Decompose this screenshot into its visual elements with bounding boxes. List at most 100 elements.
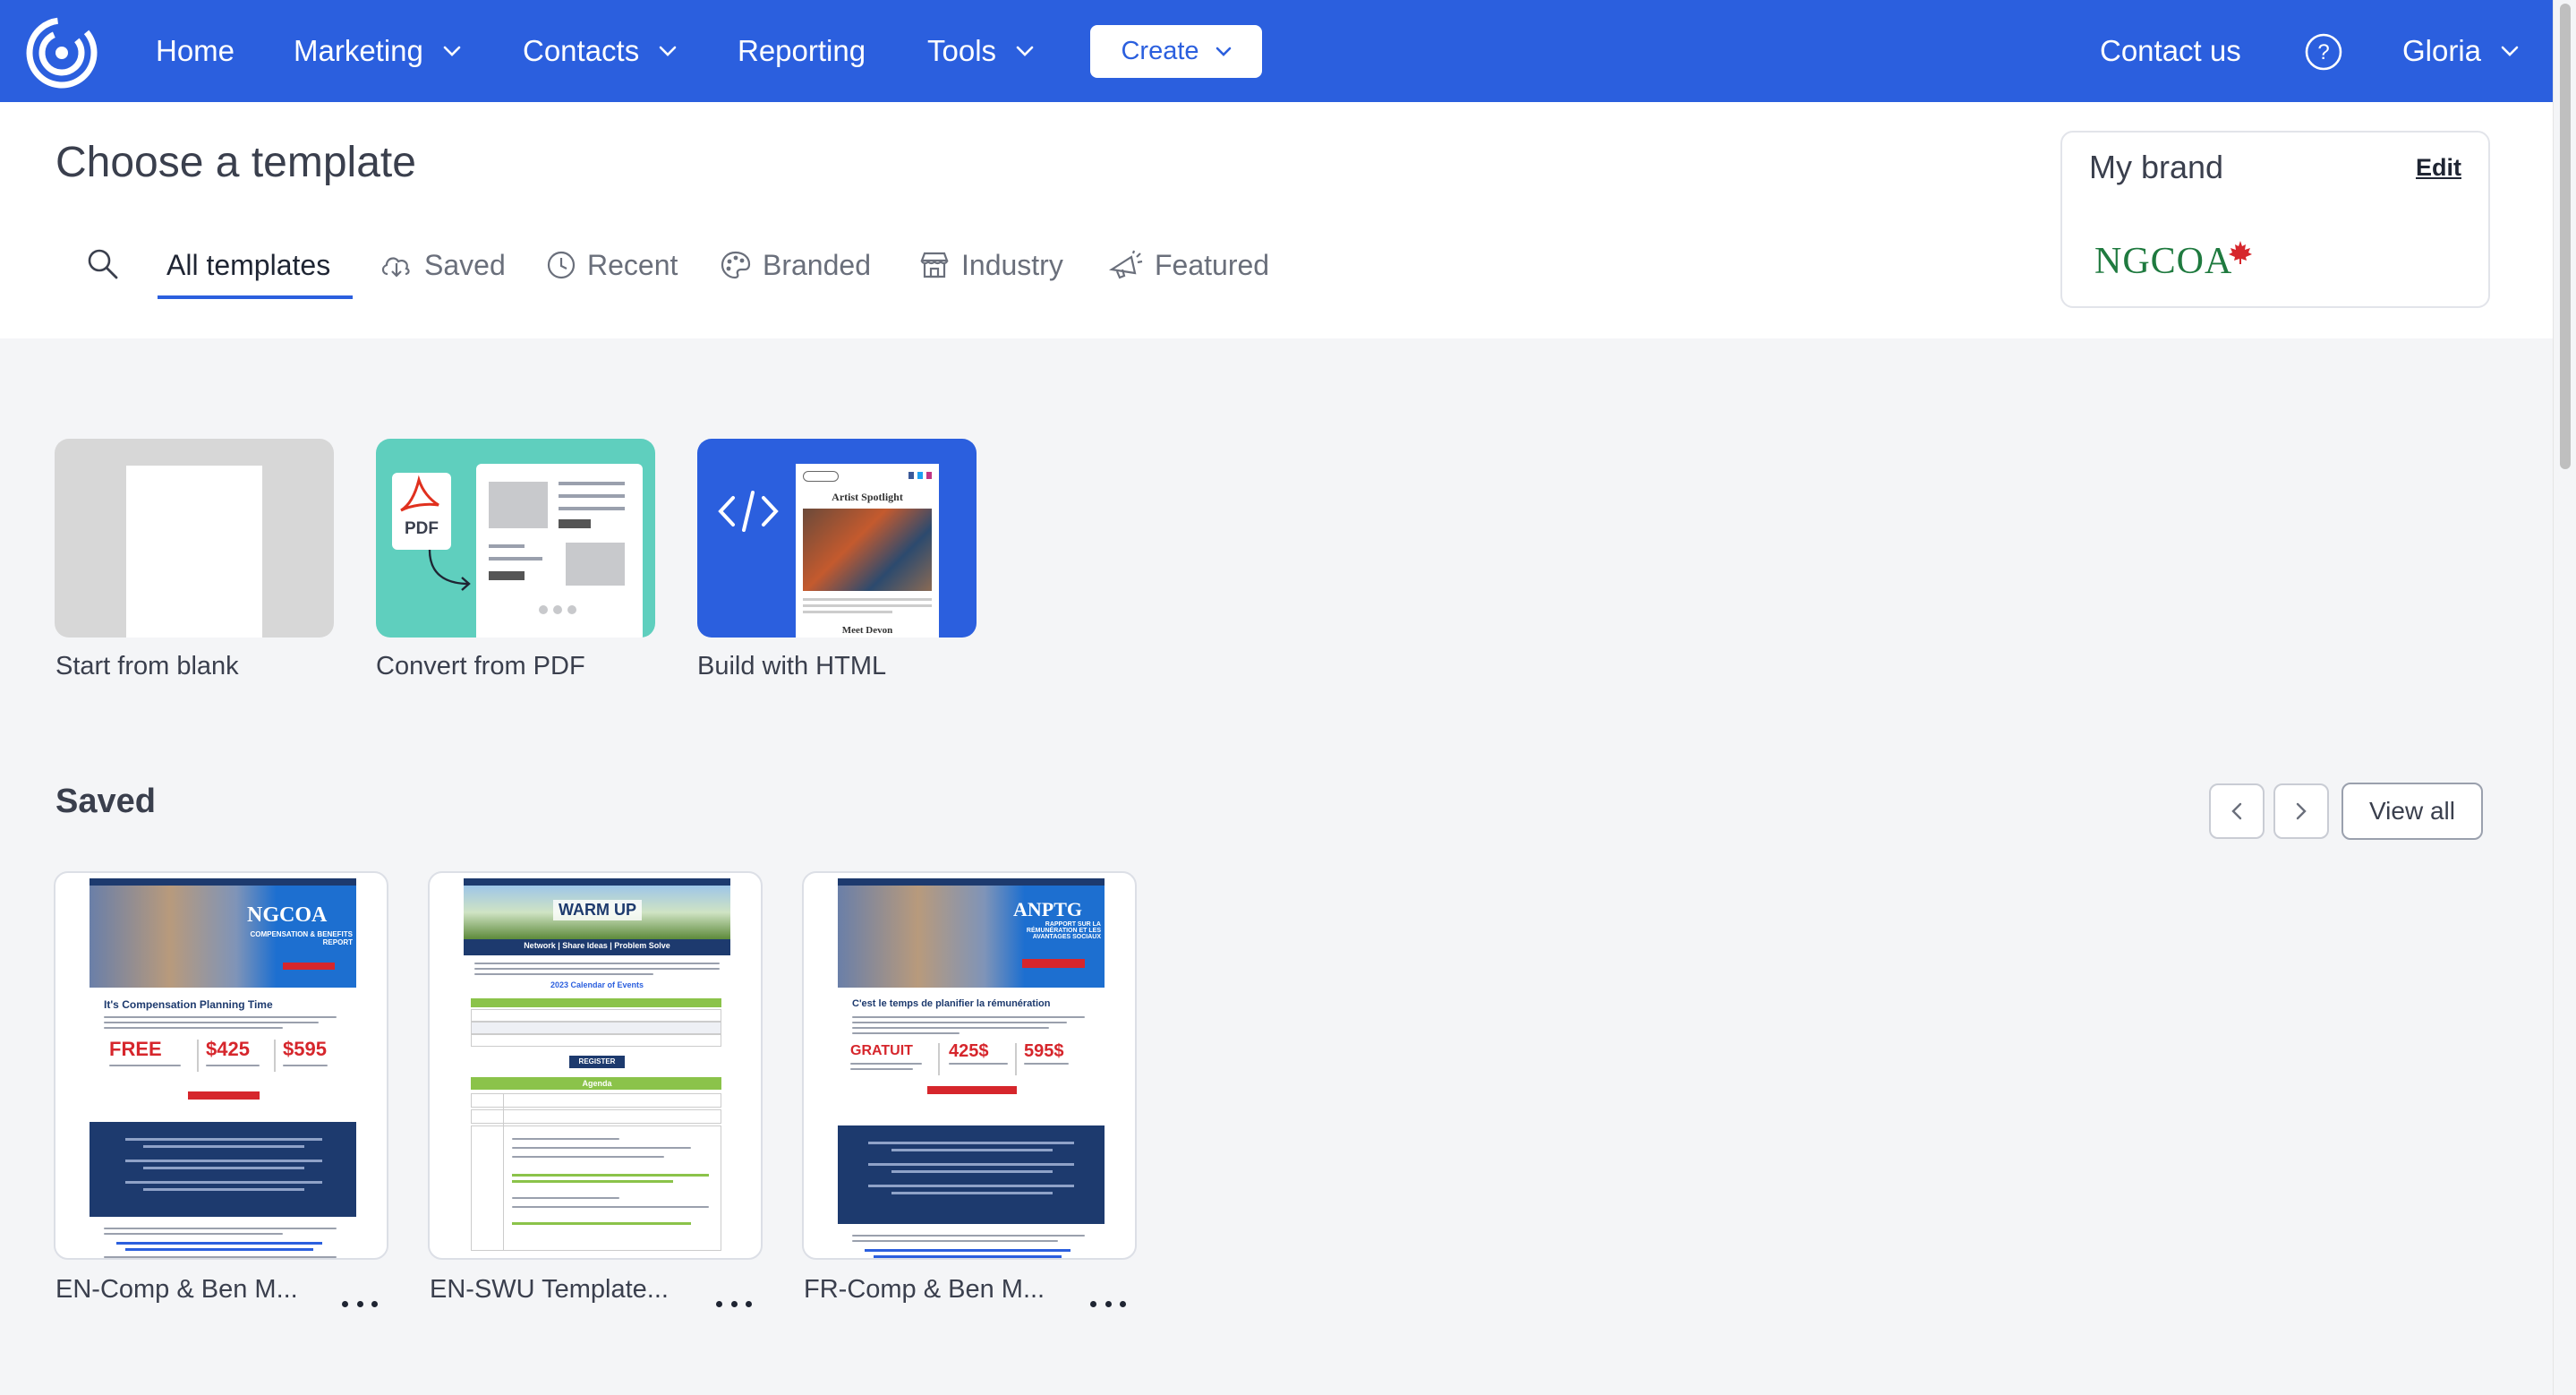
help-icon[interactable]: ? [2304,32,2343,72]
chevron-down-icon [443,46,461,56]
nav-marketing-label: Marketing [294,34,423,67]
more-options-button[interactable] [1090,1295,1126,1313]
thumb-price-free: GRATUIT [850,1043,913,1058]
tab-all-templates[interactable]: All templates [166,240,330,290]
chevron-down-icon [659,46,677,56]
thumb-headline: C'est le temps de planifier la rémunérat… [852,998,1051,1009]
thumb-brand: ANPTG [1013,898,1082,920]
next-page-button[interactable] [2273,783,2329,839]
nav-tools[interactable]: Tools [927,0,1034,102]
thumb-agenda: Agenda [582,1079,612,1088]
saved-section-title: Saved [55,783,156,820]
maple-leaf-icon [2227,239,2254,266]
active-tab-indicator [158,295,353,299]
pdf-file-icon: PDF [392,473,451,550]
nav-contact-us[interactable]: Contact us [2100,0,2241,102]
tab-recent[interactable]: Recent [546,240,678,290]
html-preview-heading: Artist Spotlight [832,491,903,503]
html-email-preview: Artist Spotlight Meet Devon [796,464,939,638]
thumb-brand: NGCOA [247,903,328,927]
tab-industry[interactable]: Industry [918,240,1063,290]
saved-template-name: EN-Comp & Ben M... [55,1275,298,1304]
clock-icon [546,250,576,280]
thumb-register-button: REGISTER [578,1057,616,1066]
palette-icon [720,250,752,280]
build-with-html-label: Build with HTML [697,652,887,680]
my-brand-card: My brand Edit NGCOA [2060,131,2490,308]
chevron-right-icon [2295,801,2307,821]
brand-edit-link[interactable]: Edit [2416,154,2461,182]
nav-reporting-label: Reporting [738,34,866,67]
constant-contact-logo-icon[interactable] [25,16,98,90]
storefront-icon [918,250,951,280]
thumb-banner: WARM UP [553,900,642,920]
thumb-price-member: 425$ [949,1041,989,1061]
chevron-down-icon [2501,46,2519,56]
page-scrollbar[interactable] [2553,0,2576,1395]
create-button-label: Create [1121,37,1199,65]
saved-template-card[interactable]: WARM UP Network | Share Ideas | Problem … [428,871,763,1260]
blank-page-preview [126,466,262,638]
user-menu[interactable]: Gloria [2402,0,2519,102]
html-preview-footer: Meet Devon [841,625,893,636]
view-all-button[interactable]: View all [2341,783,2483,840]
tab-all-templates-label: All templates [166,248,331,281]
chevron-down-icon [1016,46,1034,56]
tab-saved-label: Saved [424,248,506,281]
scrollbar-thumb[interactable] [2560,4,2571,469]
nav-reporting[interactable]: Reporting [738,0,866,102]
my-brand-title: My brand [2089,149,2224,185]
tab-saved[interactable]: Saved [380,240,506,290]
brand-logo: NGCOA [2094,240,2254,283]
convert-from-pdf-label: Convert from PDF [376,652,585,680]
create-button[interactable]: Create [1090,25,1262,78]
prev-page-button[interactable] [2209,783,2265,839]
svg-text:?: ? [2317,40,2329,64]
thumb-subtitle: RAPPORT SUR LA RÉMUNÉRATION ET LES AVANT… [1026,921,1101,940]
search-icon[interactable] [86,247,120,281]
document-preview [476,464,643,638]
saved-template-card[interactable]: NGCOA COMPENSATION & BENEFITS REPORT It'… [54,871,388,1260]
nav-contacts[interactable]: Contacts [523,0,677,102]
page-title: Choose a template [55,139,416,186]
megaphone-icon [1108,250,1144,280]
start-from-blank-card[interactable] [55,439,334,638]
nav-home-label: Home [156,34,235,67]
saved-template-name: FR-Comp & Ben M... [804,1275,1045,1304]
tab-featured[interactable]: Featured [1108,240,1269,290]
view-all-label: View all [2369,797,2455,825]
start-from-blank-label: Start from blank [55,652,239,680]
tab-recent-label: Recent [587,248,678,281]
saved-template-card[interactable]: ANPTG RAPPORT SUR LA RÉMUNÉRATION ET LES… [802,871,1137,1260]
user-name: Gloria [2402,34,2482,67]
tab-industry-label: Industry [961,248,1063,281]
tab-branded[interactable]: Branded [720,240,871,290]
template-thumbnail: ANPTG RAPPORT SUR LA RÉMUNÉRATION ET LES… [838,878,1105,1258]
nav-marketing[interactable]: Marketing [294,0,461,102]
nav-contact-us-label: Contact us [2100,34,2241,67]
convert-arrow-icon [428,549,471,591]
build-with-html-card[interactable]: Artist Spotlight Meet Devon [697,439,977,638]
thumb-price-free: FREE [109,1038,162,1060]
nav-contacts-label: Contacts [523,34,640,67]
nav-home[interactable]: Home [156,0,235,102]
tab-branded-label: Branded [763,248,871,281]
template-thumbnail: WARM UP Network | Share Ideas | Problem … [464,878,730,1258]
more-options-button[interactable] [716,1295,752,1313]
thumb-calendar-heading: 2023 Calendar of Events [550,980,644,989]
convert-from-pdf-card[interactable]: PDF [376,439,655,638]
template-thumbnail: NGCOA COMPENSATION & BENEFITS REPORT It'… [90,878,356,1258]
chevron-down-icon [1215,47,1232,56]
thumb-price-member: $425 [206,1038,250,1060]
chevron-left-icon [2231,801,2243,821]
code-brackets-icon [718,491,779,532]
saved-template-name: EN-SWU Template... [430,1275,669,1304]
cloud-download-icon [380,251,414,279]
thumb-price-regular: $595 [283,1038,327,1060]
thumb-strap: Network | Share Ideas | Problem Solve [524,941,670,950]
more-options-button[interactable] [342,1295,378,1313]
pdf-badge-text: PDF [405,519,439,538]
thumb-price-regular: 595$ [1024,1041,1064,1061]
thumb-subtitle: COMPENSATION & BENEFITS REPORT [250,930,353,946]
top-navbar: Home Marketing Contacts Reporting Tools … [0,0,2553,102]
